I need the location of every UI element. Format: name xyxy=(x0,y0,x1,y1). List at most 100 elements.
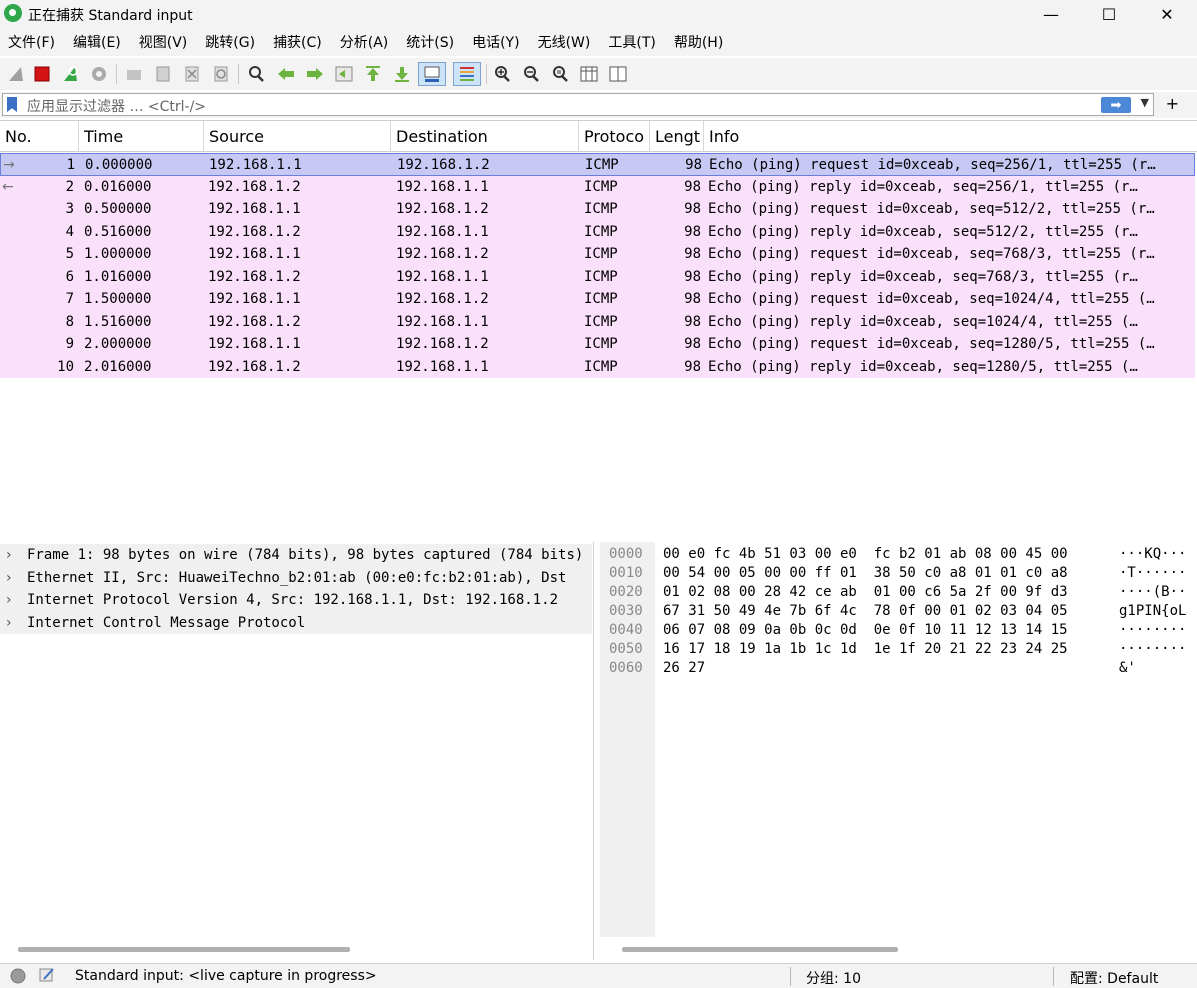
column-header-info[interactable]: Info xyxy=(704,121,1197,152)
cell-time: 1.516000 xyxy=(84,313,152,330)
column-header-destination[interactable]: Destination xyxy=(391,121,579,152)
detail-row-ethernet[interactable]: › Ethernet II, Src: HuaweiTechno_b2:01:a… xyxy=(0,566,592,589)
cell-no: 7 xyxy=(65,291,74,307)
menu-wireless[interactable]: 无线(W) xyxy=(530,32,601,52)
status-bar: Standard input: <live capture in progres… xyxy=(0,963,1197,988)
close-file-icon[interactable] xyxy=(180,62,204,86)
detail-row-ip[interactable]: › Internet Protocol Version 4, Src: 192.… xyxy=(0,589,592,612)
column-header-protocol[interactable]: Protoco xyxy=(579,121,650,152)
packet-row[interactable]: 5 1.000000 192.168.1.1 192.168.1.2 ICMP 98 Ech… xyxy=(0,243,1195,266)
chevron-right-icon[interactable]: › xyxy=(6,612,12,634)
capture-options-icon[interactable] xyxy=(87,62,111,86)
byte-offset: 0010 xyxy=(609,565,643,581)
minimize-button[interactable]: — xyxy=(1022,0,1080,28)
packet-row[interactable]: ← 2 0.016000 192.168.1.2 192.168.1.1 ICMP 98 Ec… xyxy=(0,175,1195,198)
display-filter-input[interactable]: 应用显示过滤器 … <Ctrl-/> ➡ ▼ xyxy=(2,93,1154,116)
go-to-packet-icon[interactable] xyxy=(332,62,356,86)
start-capture-icon[interactable] xyxy=(4,62,28,86)
column-header-length[interactable]: Lengt xyxy=(650,121,704,152)
normal-size-icon[interactable] xyxy=(548,62,572,86)
bookmark-icon[interactable] xyxy=(7,97,17,112)
add-filter-button[interactable]: + xyxy=(1166,94,1179,113)
close-button[interactable]: ✕ xyxy=(1138,0,1196,28)
cell-no: 6 xyxy=(65,268,74,285)
go-last-packet-icon[interactable] xyxy=(390,62,414,86)
detail-row-frame[interactable]: › Frame 1: 98 bytes on wire (784 bits), … xyxy=(0,544,592,567)
go-first-packet-icon[interactable] xyxy=(361,62,385,86)
apply-filter-button[interactable]: ➡ xyxy=(1101,97,1131,113)
cell-length: 98 xyxy=(685,157,702,173)
zoom-in-icon[interactable] xyxy=(490,62,514,86)
menu-go[interactable]: 跳转(G) xyxy=(197,32,265,52)
packet-row[interactable]: 4 0.516000 192.168.1.2 192.168.1.1 ICMP 98 Ech… xyxy=(0,220,1195,243)
cell-destination: 192.168.1.2 xyxy=(396,291,489,307)
restart-capture-icon[interactable] xyxy=(58,62,82,86)
column-header-time[interactable]: Time xyxy=(79,121,204,152)
maximize-button[interactable]: ☐ xyxy=(1080,0,1138,28)
cell-info: Echo (ping) request id=0xceab, seq=512/2… xyxy=(708,201,1155,217)
packet-row[interactable]: 8 1.516000 192.168.1.2 192.168.1.1 ICMP 98 Ech… xyxy=(0,310,1195,333)
column-header-no[interactable]: No. xyxy=(0,121,79,152)
go-forward-icon[interactable] xyxy=(303,62,327,86)
packet-list: No. Time Source Destination Protoco Leng… xyxy=(0,120,1197,535)
expert-info-icon[interactable] xyxy=(9,967,27,988)
byte-offset: 0020 xyxy=(609,584,643,600)
cell-source: 192.168.1.2 xyxy=(208,313,301,330)
save-file-icon[interactable] xyxy=(151,62,175,86)
packet-row[interactable]: 6 1.016000 192.168.1.2 192.168.1.1 ICMP 98 Ech… xyxy=(0,265,1195,288)
go-back-icon[interactable] xyxy=(274,62,298,86)
zoom-out-icon[interactable] xyxy=(519,62,543,86)
menu-capture[interactable]: 捕获(C) xyxy=(265,32,332,52)
cell-destination: 192.168.1.1 xyxy=(396,313,489,330)
cell-info: Echo (ping) request id=0xceab, seq=768/3… xyxy=(708,246,1155,262)
cell-destination: 192.168.1.1 xyxy=(396,358,489,375)
chevron-right-icon[interactable]: › xyxy=(6,567,12,589)
detail-text: Internet Protocol Version 4, Src: 192.16… xyxy=(27,592,559,608)
packet-row[interactable]: 9 2.000000 192.168.1.1 192.168.1.2 ICMP 98 Ech… xyxy=(0,333,1195,356)
menu-statistics[interactable]: 统计(S) xyxy=(398,32,464,52)
menu-file[interactable]: 文件(F) xyxy=(0,32,65,52)
auto-scroll-icon[interactable] xyxy=(418,62,446,86)
menu-bar: 文件(F) 编辑(E) 视图(V) 跳转(G) 捕获(C) 分析(A) 统计(S… xyxy=(0,28,1197,56)
cell-protocol: ICMP xyxy=(584,223,618,240)
byte-hex: 67 31 50 49 4e 7b 6f 4c 78 0f 00 01 02 0… xyxy=(663,603,1068,619)
chevron-right-icon[interactable]: › xyxy=(6,589,12,611)
resize-columns-icon[interactable] xyxy=(577,62,601,86)
detail-row-icmp[interactable]: › Internet Control Message Protocol xyxy=(0,611,592,634)
cell-source: 192.168.1.1 xyxy=(208,246,301,262)
find-packet-icon[interactable] xyxy=(244,62,268,86)
open-file-icon[interactable] xyxy=(122,62,146,86)
stop-capture-icon[interactable] xyxy=(30,62,54,86)
main-toolbar xyxy=(0,58,1197,90)
column-header-source[interactable]: Source xyxy=(204,121,391,152)
column-preferences-icon[interactable] xyxy=(606,62,630,86)
packet-row[interactable]: 10 2.016000 192.168.1.2 192.168.1.1 ICMP 98 Ec… xyxy=(0,355,1195,378)
reload-file-icon[interactable] xyxy=(209,62,233,86)
menu-help[interactable]: 帮助(H) xyxy=(666,32,733,52)
menu-telephony[interactable]: 电话(Y) xyxy=(464,32,529,52)
cell-time: 2.016000 xyxy=(84,358,152,375)
byte-ascii: ········ xyxy=(1119,622,1187,638)
cell-source: 192.168.1.1 xyxy=(208,201,301,217)
profile-label[interactable]: 配置: Default xyxy=(1070,968,1158,988)
capture-comment-icon[interactable] xyxy=(38,966,56,988)
menu-analyze[interactable]: 分析(A) xyxy=(332,32,399,52)
packet-row[interactable]: → 1 0.000000 192.168.1.1 192.168.1.2 ICMP 98 Ec… xyxy=(0,153,1195,176)
cell-protocol: ICMP xyxy=(584,291,618,307)
bytes-horizontal-scrollbar[interactable] xyxy=(622,947,898,952)
menu-tools[interactable]: 工具(T) xyxy=(600,32,665,52)
detail-horizontal-scrollbar[interactable] xyxy=(18,947,350,952)
packet-row[interactable]: 3 0.500000 192.168.1.1 192.168.1.2 ICMP 98 Ech… xyxy=(0,198,1195,221)
chevron-right-icon[interactable]: › xyxy=(6,544,12,566)
colorize-list-icon[interactable] xyxy=(453,62,481,86)
cell-no: 5 xyxy=(65,246,74,262)
cell-length: 98 xyxy=(684,313,701,330)
chevron-down-icon[interactable]: ▼ xyxy=(1141,96,1149,109)
packet-row[interactable]: 7 1.500000 192.168.1.1 192.168.1.2 ICMP 98 Ech… xyxy=(0,288,1195,311)
menu-edit[interactable]: 编辑(E) xyxy=(65,32,131,52)
cell-time: 0.016000 xyxy=(84,178,152,195)
cell-time: 0.516000 xyxy=(84,223,152,240)
cell-time: 2.000000 xyxy=(84,336,152,352)
capture-status-text: Standard input: <live capture in progres… xyxy=(75,968,377,984)
menu-view[interactable]: 视图(V) xyxy=(131,32,198,52)
